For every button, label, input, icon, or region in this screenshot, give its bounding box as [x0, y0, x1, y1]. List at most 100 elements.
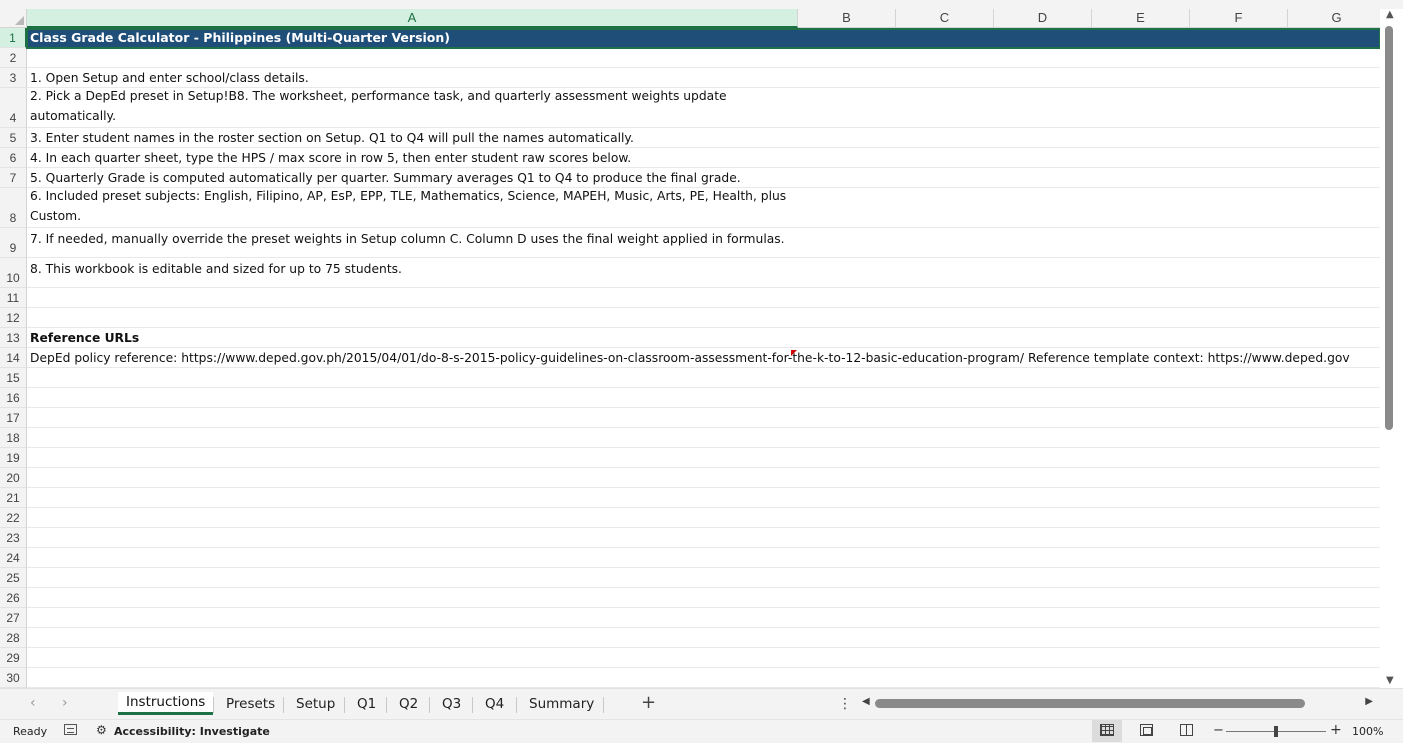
normal-view-icon[interactable]: [1100, 724, 1114, 736]
page-layout-view-icon[interactable]: [1140, 724, 1153, 736]
table-row[interactable]: [27, 488, 1380, 508]
table-row[interactable]: [27, 608, 1380, 628]
table-row[interactable]: [27, 368, 1380, 388]
page-break-view-icon[interactable]: [1180, 724, 1193, 736]
row-header[interactable]: 13: [0, 328, 27, 348]
table-row[interactable]: [27, 308, 1380, 328]
column-header-g[interactable]: G: [1288, 9, 1380, 28]
zoom-in-icon[interactable]: +: [1330, 722, 1342, 738]
row-header[interactable]: 23: [0, 528, 27, 548]
tab-q3[interactable]: Q3: [434, 694, 469, 716]
scroll-up-icon[interactable]: ▲: [1386, 9, 1394, 20]
row-header[interactable]: 24: [0, 548, 27, 568]
zoom-level[interactable]: 100%: [1352, 725, 1383, 738]
table-row[interactable]: 5. Quarterly Grade is computed automatic…: [27, 168, 1380, 188]
horizontal-scroll-thumb[interactable]: [875, 699, 1305, 708]
table-row[interactable]: [27, 528, 1380, 548]
row-header[interactable]: 5: [0, 128, 27, 148]
row-header[interactable]: 19: [0, 448, 27, 468]
column-header-c[interactable]: C: [896, 9, 994, 28]
column-header-d[interactable]: D: [994, 9, 1092, 28]
vertical-scrollbar[interactable]: ▲ ▼: [1380, 9, 1403, 689]
column-header-b[interactable]: B: [798, 9, 896, 28]
row-header[interactable]: 1: [0, 28, 27, 48]
table-row[interactable]: 8. This workbook is editable and sized f…: [27, 258, 1380, 288]
column-header-e[interactable]: E: [1092, 9, 1190, 28]
table-row[interactable]: [27, 408, 1380, 428]
scroll-right-icon[interactable]: ▶: [1365, 696, 1373, 707]
table-row[interactable]: [27, 468, 1380, 488]
row-header[interactable]: 3: [0, 68, 27, 88]
row-header[interactable]: 7: [0, 168, 27, 188]
table-row[interactable]: [27, 48, 1380, 68]
table-row[interactable]: [27, 628, 1380, 648]
chevron-left-icon[interactable]: ‹: [30, 695, 36, 711]
row-header[interactable]: 25: [0, 568, 27, 588]
row-header[interactable]: 15: [0, 368, 27, 388]
row-header[interactable]: 8: [0, 188, 27, 228]
zoom-out-icon[interactable]: −: [1213, 723, 1224, 738]
table-row[interactable]: DepEd policy reference: https://www.depe…: [27, 348, 1380, 368]
table-row[interactable]: 2. Pick a DepEd preset in Setup!B8. The …: [27, 88, 1380, 128]
row-header[interactable]: 21: [0, 488, 27, 508]
table-row[interactable]: [27, 568, 1380, 588]
row-header[interactable]: 20: [0, 468, 27, 488]
table-row[interactable]: [27, 548, 1380, 568]
horizontal-scrollbar[interactable]: ◀ ▶: [862, 696, 1379, 712]
zoom-slider-thumb[interactable]: [1274, 726, 1278, 737]
row-header[interactable]: 11: [0, 288, 27, 308]
row-header[interactable]: 10: [0, 258, 27, 288]
tab-instructions[interactable]: Instructions: [118, 692, 214, 715]
worksheet-grid[interactable]: A B C D E F G 1 2 3 4 5 6 7 8 9 10 11 12…: [0, 9, 1380, 689]
row-header[interactable]: 16: [0, 388, 27, 408]
table-row[interactable]: 7. If needed, manually override the pres…: [27, 228, 1380, 258]
row-header[interactable]: 17: [0, 408, 27, 428]
macro-recorder-icon[interactable]: [64, 724, 77, 735]
table-row[interactable]: 1. Open Setup and enter school/class det…: [27, 68, 1380, 88]
tab-setup[interactable]: Setup: [288, 694, 343, 716]
row-header[interactable]: 14: [0, 348, 27, 368]
table-row[interactable]: [27, 668, 1380, 688]
row-header[interactable]: 4: [0, 88, 27, 128]
tab-q4[interactable]: Q4: [477, 694, 512, 716]
scroll-left-icon[interactable]: ◀: [862, 696, 870, 707]
accessibility-status[interactable]: Accessibility: Investigate: [114, 725, 270, 738]
table-row[interactable]: [27, 588, 1380, 608]
select-all-corner[interactable]: [0, 9, 27, 28]
tab-q2[interactable]: Q2: [391, 694, 426, 716]
row-header[interactable]: 12: [0, 308, 27, 328]
chevron-right-icon[interactable]: ›: [62, 695, 68, 711]
row-header[interactable]: 30: [0, 668, 27, 688]
vertical-scroll-thumb[interactable]: [1385, 26, 1393, 430]
table-row[interactable]: Reference URLs: [27, 328, 1380, 348]
table-row[interactable]: [27, 388, 1380, 408]
table-row[interactable]: 6. Included preset subjects: English, Fi…: [27, 188, 1380, 228]
table-row[interactable]: [27, 648, 1380, 668]
column-header-a[interactable]: A: [27, 9, 798, 28]
table-row[interactable]: [27, 448, 1380, 468]
row-header[interactable]: 27: [0, 608, 27, 628]
column-header-f[interactable]: F: [1190, 9, 1288, 28]
accessibility-icon[interactable]: ⚙: [96, 723, 107, 737]
row-header[interactable]: 28: [0, 628, 27, 648]
row-header[interactable]: 9: [0, 228, 27, 258]
row-header[interactable]: 22: [0, 508, 27, 528]
row-header[interactable]: 26: [0, 588, 27, 608]
row-header[interactable]: 2: [0, 48, 27, 68]
plus-icon[interactable]: +: [641, 692, 656, 713]
table-row[interactable]: [27, 288, 1380, 308]
table-row[interactable]: Class Grade Calculator - Philippines (Mu…: [27, 28, 1380, 48]
comment-indicator[interactable]: [791, 350, 797, 356]
table-row[interactable]: [27, 508, 1380, 528]
row-header[interactable]: 29: [0, 648, 27, 668]
table-row[interactable]: 4. In each quarter sheet, type the HPS /…: [27, 148, 1380, 168]
tab-summary[interactable]: Summary: [521, 694, 602, 716]
row-header[interactable]: 18: [0, 428, 27, 448]
tab-q1[interactable]: Q1: [349, 694, 384, 716]
table-row[interactable]: [27, 428, 1380, 448]
table-row[interactable]: 3. Enter student names in the roster sec…: [27, 128, 1380, 148]
tab-presets[interactable]: Presets: [218, 694, 283, 716]
scroll-down-icon[interactable]: ▼: [1386, 675, 1394, 686]
row-header[interactable]: 6: [0, 148, 27, 168]
vertical-ellipsis-icon[interactable]: ⋮: [838, 696, 852, 712]
